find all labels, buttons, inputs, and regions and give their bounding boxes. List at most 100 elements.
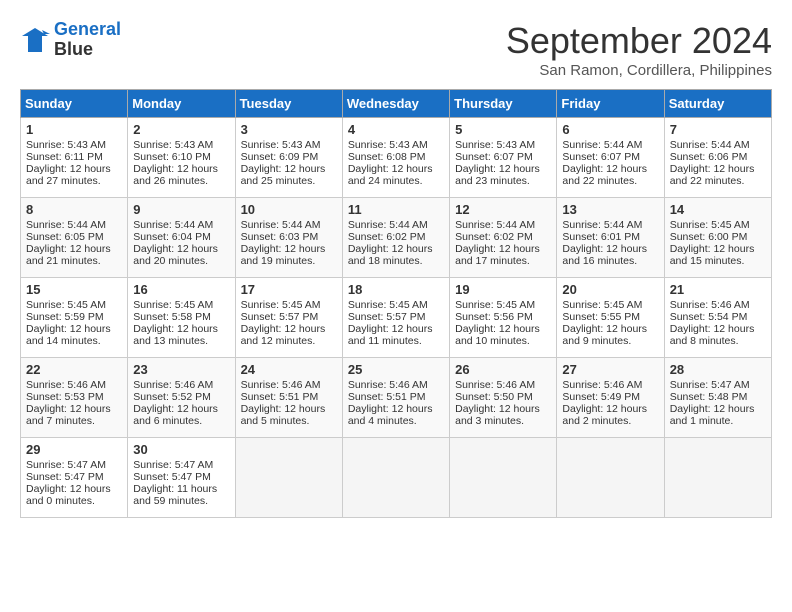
daylight: Daylight: 12 hours and 14 minutes.	[26, 323, 111, 347]
calendar-cell: 30Sunrise: 5:47 AMSunset: 5:47 PMDayligh…	[128, 438, 235, 518]
calendar-cell: 28Sunrise: 5:47 AMSunset: 5:48 PMDayligh…	[664, 358, 771, 438]
daylight: Daylight: 12 hours and 15 minutes.	[670, 243, 755, 267]
sunrise: Sunrise: 5:46 AM	[241, 379, 321, 391]
sunset: Sunset: 6:02 PM	[348, 231, 426, 243]
sunrise: Sunrise: 5:45 AM	[26, 299, 106, 311]
daylight: Daylight: 12 hours and 12 minutes.	[241, 323, 326, 347]
day-number: 17	[241, 282, 337, 297]
sunset: Sunset: 5:51 PM	[241, 391, 319, 403]
daylight: Daylight: 12 hours and 3 minutes.	[455, 403, 540, 427]
day-number: 12	[455, 202, 551, 217]
day-number: 3	[241, 122, 337, 137]
sunset: Sunset: 5:55 PM	[562, 311, 640, 323]
day-number: 24	[241, 362, 337, 377]
day-number: 29	[26, 442, 122, 457]
month-title: September 2024	[506, 20, 772, 62]
day-number: 11	[348, 202, 444, 217]
day-number: 28	[670, 362, 766, 377]
header-thursday: Thursday	[450, 90, 557, 118]
header-saturday: Saturday	[664, 90, 771, 118]
day-number: 9	[133, 202, 229, 217]
daylight: Daylight: 12 hours and 27 minutes.	[26, 163, 111, 187]
header-sunday: Sunday	[21, 90, 128, 118]
sunset: Sunset: 6:04 PM	[133, 231, 211, 243]
calendar-cell: 3Sunrise: 5:43 AMSunset: 6:09 PMDaylight…	[235, 118, 342, 198]
logo-text: GeneralBlue	[54, 20, 121, 60]
sunrise: Sunrise: 5:43 AM	[455, 139, 535, 151]
sunset: Sunset: 5:57 PM	[241, 311, 319, 323]
day-number: 30	[133, 442, 229, 457]
calendar-cell: 27Sunrise: 5:46 AMSunset: 5:49 PMDayligh…	[557, 358, 664, 438]
sunrise: Sunrise: 5:44 AM	[26, 219, 106, 231]
day-number: 27	[562, 362, 658, 377]
sunrise: Sunrise: 5:47 AM	[133, 459, 213, 471]
calendar-cell: 7Sunrise: 5:44 AMSunset: 6:06 PMDaylight…	[664, 118, 771, 198]
sunset: Sunset: 5:54 PM	[670, 311, 748, 323]
day-number: 4	[348, 122, 444, 137]
calendar-cell: 12Sunrise: 5:44 AMSunset: 6:02 PMDayligh…	[450, 198, 557, 278]
sunset: Sunset: 5:49 PM	[562, 391, 640, 403]
sunset: Sunset: 6:10 PM	[133, 151, 211, 163]
sunrise: Sunrise: 5:43 AM	[133, 139, 213, 151]
calendar-week-row: 8Sunrise: 5:44 AMSunset: 6:05 PMDaylight…	[21, 198, 772, 278]
calendar-cell: 19Sunrise: 5:45 AMSunset: 5:56 PMDayligh…	[450, 278, 557, 358]
sunrise: Sunrise: 5:45 AM	[455, 299, 535, 311]
calendar-table: Sunday Monday Tuesday Wednesday Thursday…	[20, 89, 772, 518]
daylight: Daylight: 12 hours and 26 minutes.	[133, 163, 218, 187]
sunrise: Sunrise: 5:45 AM	[562, 299, 642, 311]
sunrise: Sunrise: 5:45 AM	[241, 299, 321, 311]
calendar-cell: 24Sunrise: 5:46 AMSunset: 5:51 PMDayligh…	[235, 358, 342, 438]
day-number: 19	[455, 282, 551, 297]
daylight: Daylight: 12 hours and 21 minutes.	[26, 243, 111, 267]
sunset: Sunset: 6:08 PM	[348, 151, 426, 163]
daylight: Daylight: 12 hours and 22 minutes.	[562, 163, 647, 187]
calendar-cell: 10Sunrise: 5:44 AMSunset: 6:03 PMDayligh…	[235, 198, 342, 278]
sunrise: Sunrise: 5:44 AM	[133, 219, 213, 231]
daylight: Daylight: 12 hours and 16 minutes.	[562, 243, 647, 267]
empty-cell	[235, 438, 342, 518]
empty-cell	[557, 438, 664, 518]
daylight: Daylight: 12 hours and 11 minutes.	[348, 323, 433, 347]
daylight: Daylight: 12 hours and 10 minutes.	[455, 323, 540, 347]
day-number: 13	[562, 202, 658, 217]
calendar-header-row: Sunday Monday Tuesday Wednesday Thursday…	[21, 90, 772, 118]
calendar-cell: 2Sunrise: 5:43 AMSunset: 6:10 PMDaylight…	[128, 118, 235, 198]
calendar-cell: 5Sunrise: 5:43 AMSunset: 6:07 PMDaylight…	[450, 118, 557, 198]
sunset: Sunset: 5:52 PM	[133, 391, 211, 403]
sunset: Sunset: 5:58 PM	[133, 311, 211, 323]
calendar-cell: 16Sunrise: 5:45 AMSunset: 5:58 PMDayligh…	[128, 278, 235, 358]
daylight: Daylight: 12 hours and 23 minutes.	[455, 163, 540, 187]
day-number: 23	[133, 362, 229, 377]
calendar-cell: 1Sunrise: 5:43 AMSunset: 6:11 PMDaylight…	[21, 118, 128, 198]
daylight: Daylight: 12 hours and 7 minutes.	[26, 403, 111, 427]
sunset: Sunset: 5:50 PM	[455, 391, 533, 403]
day-number: 18	[348, 282, 444, 297]
day-number: 1	[26, 122, 122, 137]
sunset: Sunset: 5:53 PM	[26, 391, 104, 403]
header-monday: Monday	[128, 90, 235, 118]
logo-icon	[20, 26, 50, 54]
sunrise: Sunrise: 5:43 AM	[241, 139, 321, 151]
calendar-cell: 21Sunrise: 5:46 AMSunset: 5:54 PMDayligh…	[664, 278, 771, 358]
sunset: Sunset: 6:05 PM	[26, 231, 104, 243]
calendar-cell: 25Sunrise: 5:46 AMSunset: 5:51 PMDayligh…	[342, 358, 449, 438]
day-number: 8	[26, 202, 122, 217]
calendar-cell: 6Sunrise: 5:44 AMSunset: 6:07 PMDaylight…	[557, 118, 664, 198]
day-number: 10	[241, 202, 337, 217]
calendar-week-row: 15Sunrise: 5:45 AMSunset: 5:59 PMDayligh…	[21, 278, 772, 358]
day-number: 22	[26, 362, 122, 377]
calendar-cell: 4Sunrise: 5:43 AMSunset: 6:08 PMDaylight…	[342, 118, 449, 198]
daylight: Daylight: 12 hours and 0 minutes.	[26, 483, 111, 507]
day-number: 16	[133, 282, 229, 297]
calendar-cell: 9Sunrise: 5:44 AMSunset: 6:04 PMDaylight…	[128, 198, 235, 278]
daylight: Daylight: 11 hours and 59 minutes.	[133, 483, 217, 507]
sunrise: Sunrise: 5:45 AM	[670, 219, 750, 231]
calendar-week-row: 1Sunrise: 5:43 AMSunset: 6:11 PMDaylight…	[21, 118, 772, 198]
sunset: Sunset: 6:07 PM	[562, 151, 640, 163]
day-number: 14	[670, 202, 766, 217]
calendar-cell: 26Sunrise: 5:46 AMSunset: 5:50 PMDayligh…	[450, 358, 557, 438]
calendar-week-row: 22Sunrise: 5:46 AMSunset: 5:53 PMDayligh…	[21, 358, 772, 438]
daylight: Daylight: 12 hours and 4 minutes.	[348, 403, 433, 427]
sunset: Sunset: 5:47 PM	[26, 471, 104, 483]
sunset: Sunset: 6:02 PM	[455, 231, 533, 243]
